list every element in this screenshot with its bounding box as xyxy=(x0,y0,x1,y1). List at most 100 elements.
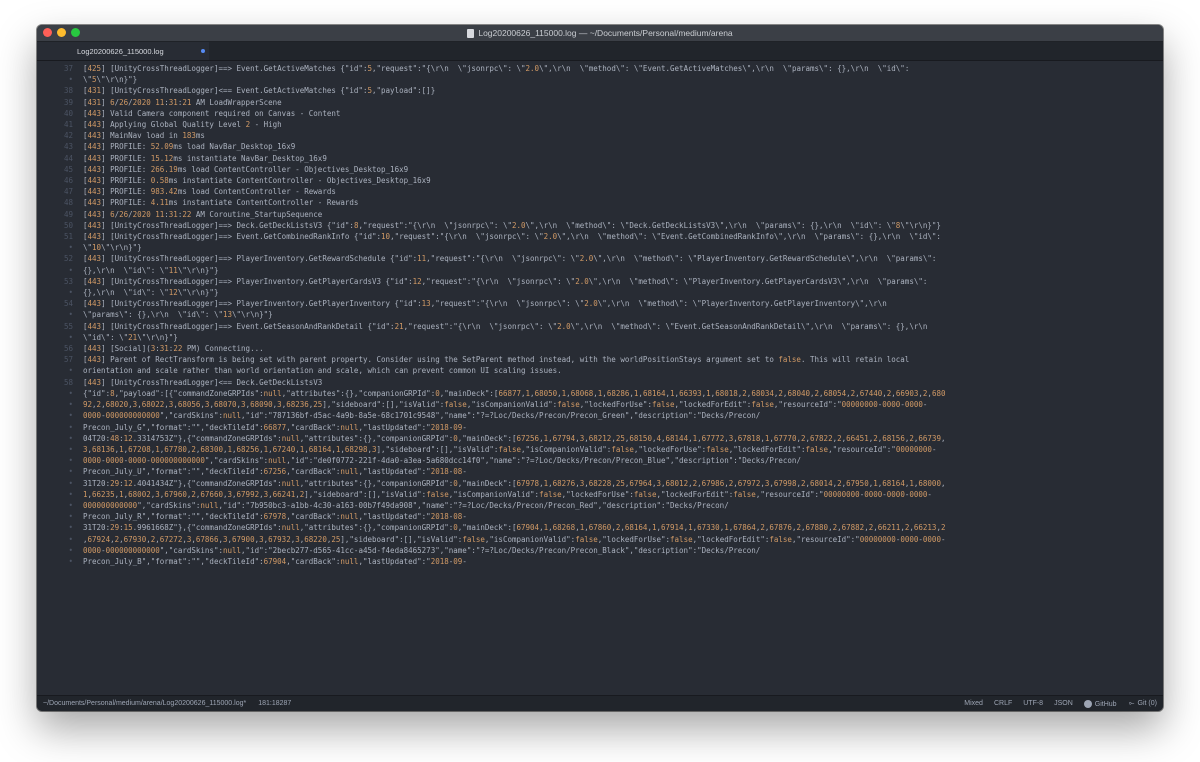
code-line[interactable]: 58 [443] [UnityCrossThreadLogger]<== Deck… xyxy=(37,377,1163,388)
code-line[interactable]: 49 [443] 6/26/2020 11:31:22 AM Coroutine_… xyxy=(37,209,1163,220)
line-number: 56 xyxy=(63,344,73,354)
line-text: orientation and scale rather than world … xyxy=(83,366,562,376)
code-line[interactable]: 41 [443] Applying Global Quality Level 2 … xyxy=(37,119,1163,130)
code-line[interactable]: • {},\r\n \"id\": \"11\"\r\n}"} xyxy=(37,265,1163,276)
line-text: \"params\": {},\r\n \"id\": \"13\"\r\n}"… xyxy=(83,310,273,320)
line-text: 0000-000000000000","cardSkins":null,"id"… xyxy=(83,545,761,555)
code-line[interactable]: • \"10\"\r\n}"} xyxy=(37,242,1163,253)
title-bar: Log20200626_115000.log — ~/Documents/Per… xyxy=(37,25,1163,42)
status-git[interactable]: ⟜ Git (0) xyxy=(1128,700,1157,708)
status-file-path[interactable]: ~/Documents/Personal/medium/arena/Log202… xyxy=(43,700,246,707)
code-line[interactable]: 54 [443] [UnityCrossThreadLogger]==> Play… xyxy=(37,298,1163,309)
line-text: [431] 6/26/2020 11:31:21 AM LoadWrapperS… xyxy=(83,97,282,107)
soft-wrap-marker: • xyxy=(68,332,73,342)
line-text: 0000-000000000000","cardSkins":null,"id"… xyxy=(83,411,761,421)
code-line[interactable]: 42 [443] MainNav load in 183ms xyxy=(37,130,1163,141)
code-line[interactable]: • 31T20:29:12.4041434Z"},{"commandZoneGRP… xyxy=(37,478,1163,489)
code-line[interactable]: 51 [443] [UnityCrossThreadLogger]==> Even… xyxy=(37,231,1163,242)
code-line[interactable]: • ,67924,2,67930,2,67272,3,67866,3,67900,… xyxy=(37,534,1163,545)
code-line[interactable]: • \"params\": {},\r\n \"id\": \"13\"\r\n}… xyxy=(37,309,1163,320)
code-line[interactable]: • 000000000000","cardSkins":null,"id":"7b… xyxy=(37,500,1163,511)
line-text: [443] Valid Camera component required on… xyxy=(83,108,341,118)
status-bar: ~/Documents/Personal/medium/arena/Log202… xyxy=(37,695,1163,711)
code-line[interactable]: 40 [443] Valid Camera component required … xyxy=(37,108,1163,119)
code-line[interactable]: 55 [443] [UnityCrossThreadLogger]==> Even… xyxy=(37,321,1163,332)
code-line[interactable]: 47 [443] PROFILE: 983.42ms load ContentCo… xyxy=(37,186,1163,197)
code-line[interactable]: • Precon_July_G","format":"","deckTileId"… xyxy=(37,422,1163,433)
code-line[interactable]: 45 [443] PROFILE: 266.19ms load ContentCo… xyxy=(37,164,1163,175)
code-line[interactable]: 57 [443] Parent of RectTransform is being… xyxy=(37,354,1163,365)
soft-wrap-marker: • xyxy=(68,366,73,376)
code-line[interactable]: • orientation and scale rather than world… xyxy=(37,365,1163,376)
status-github[interactable]: GitHub xyxy=(1083,699,1117,708)
code-line[interactable]: 44 [443] PROFILE: 15.12ms instantiate Nav… xyxy=(37,153,1163,164)
code-line[interactable]: 37 [425] [UnityCrossThreadLogger]==> Even… xyxy=(37,63,1163,74)
soft-wrap-marker: • xyxy=(68,478,73,488)
line-text: [443] PROFILE: 983.42ms load ContentCont… xyxy=(83,187,336,197)
line-text: [443] PROFILE: 52.09ms load NavBar_Deskt… xyxy=(83,142,296,152)
soft-wrap-marker: • xyxy=(68,310,73,320)
code-line[interactable]: • Precon_July_U","format":"","deckTileId"… xyxy=(37,466,1163,477)
line-text: \"id\": \"21\"\r\n}"} xyxy=(83,332,178,342)
code-line[interactable]: • {},\r\n \"id\": \"12\"\r\n}"} xyxy=(37,287,1163,298)
line-text: Precon_July_R","format":"","deckTileId":… xyxy=(83,512,467,522)
soft-wrap-marker: • xyxy=(68,411,73,421)
line-text: [443] PROFILE: 266.19ms load ContentCont… xyxy=(83,164,409,174)
soft-wrap-marker: • xyxy=(68,456,73,466)
code-line[interactable]: • Precon_July_B","format":"","deckTileId"… xyxy=(37,556,1163,567)
line-text: 3,68136,1,67208,1,67780,2,68300,1,68256,… xyxy=(83,444,937,454)
soft-wrap-marker: • xyxy=(68,243,73,253)
line-number: 49 xyxy=(63,209,73,219)
code-line[interactable]: • 92,2,68020,3,68022,3,68056,3,68070,3,68… xyxy=(37,399,1163,410)
line-text: [425] [UnityCrossThreadLogger]==> Event.… xyxy=(83,64,910,73)
line-text: [443] [UnityCrossThreadLogger]==> Deck.G… xyxy=(83,220,941,230)
soft-wrap-marker: • xyxy=(68,265,73,275)
code-line[interactable]: 50 [443] [UnityCrossThreadLogger]==> Deck… xyxy=(37,220,1163,231)
line-number: 53 xyxy=(63,276,73,286)
status-cursor-position[interactable]: 181:18287 xyxy=(258,700,291,707)
line-text: 31T20:29:12.4041434Z"},{"commandZoneGRPI… xyxy=(83,478,946,488)
tab-log-file[interactable]: Log20200626_115000.log xyxy=(37,42,209,60)
code-line[interactable]: • 0000-0000-0000-000000000000","cardSkins… xyxy=(37,455,1163,466)
code-line[interactable]: • 0000-000000000000","cardSkins":null,"id… xyxy=(37,410,1163,421)
code-line[interactable]: 46 [443] PROFILE: 0.58ms instantiate Cont… xyxy=(37,175,1163,186)
modified-indicator-icon[interactable] xyxy=(201,49,205,53)
soft-wrap-marker: • xyxy=(68,489,73,499)
window-controls xyxy=(43,28,80,37)
git-branch-icon: ⟜ xyxy=(1128,699,1135,707)
code-line[interactable]: • 31T20:29:15.9961668Z"},{"commandZoneGRP… xyxy=(37,522,1163,533)
code-line[interactable]: 43 [443] PROFILE: 52.09ms load NavBar_Des… xyxy=(37,141,1163,152)
status-indentation[interactable]: Mixed xyxy=(964,700,983,707)
code-line[interactable]: • 0000-000000000000","cardSkins":null,"id… xyxy=(37,545,1163,556)
code-line[interactable]: 52 [443] [UnityCrossThreadLogger]==> Play… xyxy=(37,253,1163,264)
soft-wrap-marker: • xyxy=(68,534,73,544)
code-line[interactable]: • \"id\": \"21\"\r\n}"} xyxy=(37,332,1163,343)
line-number: 51 xyxy=(63,232,73,242)
code-line[interactable]: • 04T20:48:12.3314753Z"},{"commandZoneGRP… xyxy=(37,433,1163,444)
code-line[interactable]: 56 [443] [Social](3:31:22 PM) Connecting.… xyxy=(37,343,1163,354)
line-text: \"10\"\r\n}"} xyxy=(83,243,142,253)
code-line[interactable]: 38 [431] [UnityCrossThreadLogger]<== Even… xyxy=(37,85,1163,96)
code-line[interactable]: • Precon_July_R","format":"","deckTileId"… xyxy=(37,511,1163,522)
code-line[interactable]: 48 [443] PROFILE: 4.11ms instantiate Cont… xyxy=(37,197,1163,208)
line-text: ,67924,2,67930,2,67272,3,67866,3,67900,3… xyxy=(83,534,946,544)
zoom-window-button[interactable] xyxy=(71,28,80,37)
code-line[interactable]: • \"5\"\r\n}"} xyxy=(37,74,1163,85)
close-window-button[interactable] xyxy=(43,28,52,37)
code-line[interactable]: • {"id":8,"payload":[{"commandZoneGRPIds"… xyxy=(37,388,1163,399)
code-line[interactable]: • 3,68136,1,67208,1,67780,2,68300,1,68256… xyxy=(37,444,1163,455)
line-text: [443] Parent of RectTransform is being s… xyxy=(83,355,910,365)
code-line[interactable]: 39 [431] 6/26/2020 11:31:21 AM LoadWrappe… xyxy=(37,97,1163,108)
text-editor[interactable]: 37 [425] [UnityCrossThreadLogger]==> Even… xyxy=(37,60,1163,695)
line-number: 50 xyxy=(63,220,73,230)
minimize-window-button[interactable] xyxy=(57,28,66,37)
line-text: [443] [Social](3:31:22 PM) Connecting... xyxy=(83,344,264,354)
code-line[interactable]: • 1,66235,1,68002,3,67960,2,67660,3,67992… xyxy=(37,489,1163,500)
status-encoding[interactable]: UTF-8 xyxy=(1023,700,1043,707)
status-grammar[interactable]: JSON xyxy=(1054,700,1073,707)
code-line[interactable]: 53 [443] [UnityCrossThreadLogger]==> Play… xyxy=(37,276,1163,287)
line-text: \"5\"\r\n}"} xyxy=(83,75,138,85)
line-number: 39 xyxy=(63,97,73,107)
status-github-label: GitHub xyxy=(1094,700,1117,708)
status-line-ending[interactable]: CRLF xyxy=(994,700,1012,707)
